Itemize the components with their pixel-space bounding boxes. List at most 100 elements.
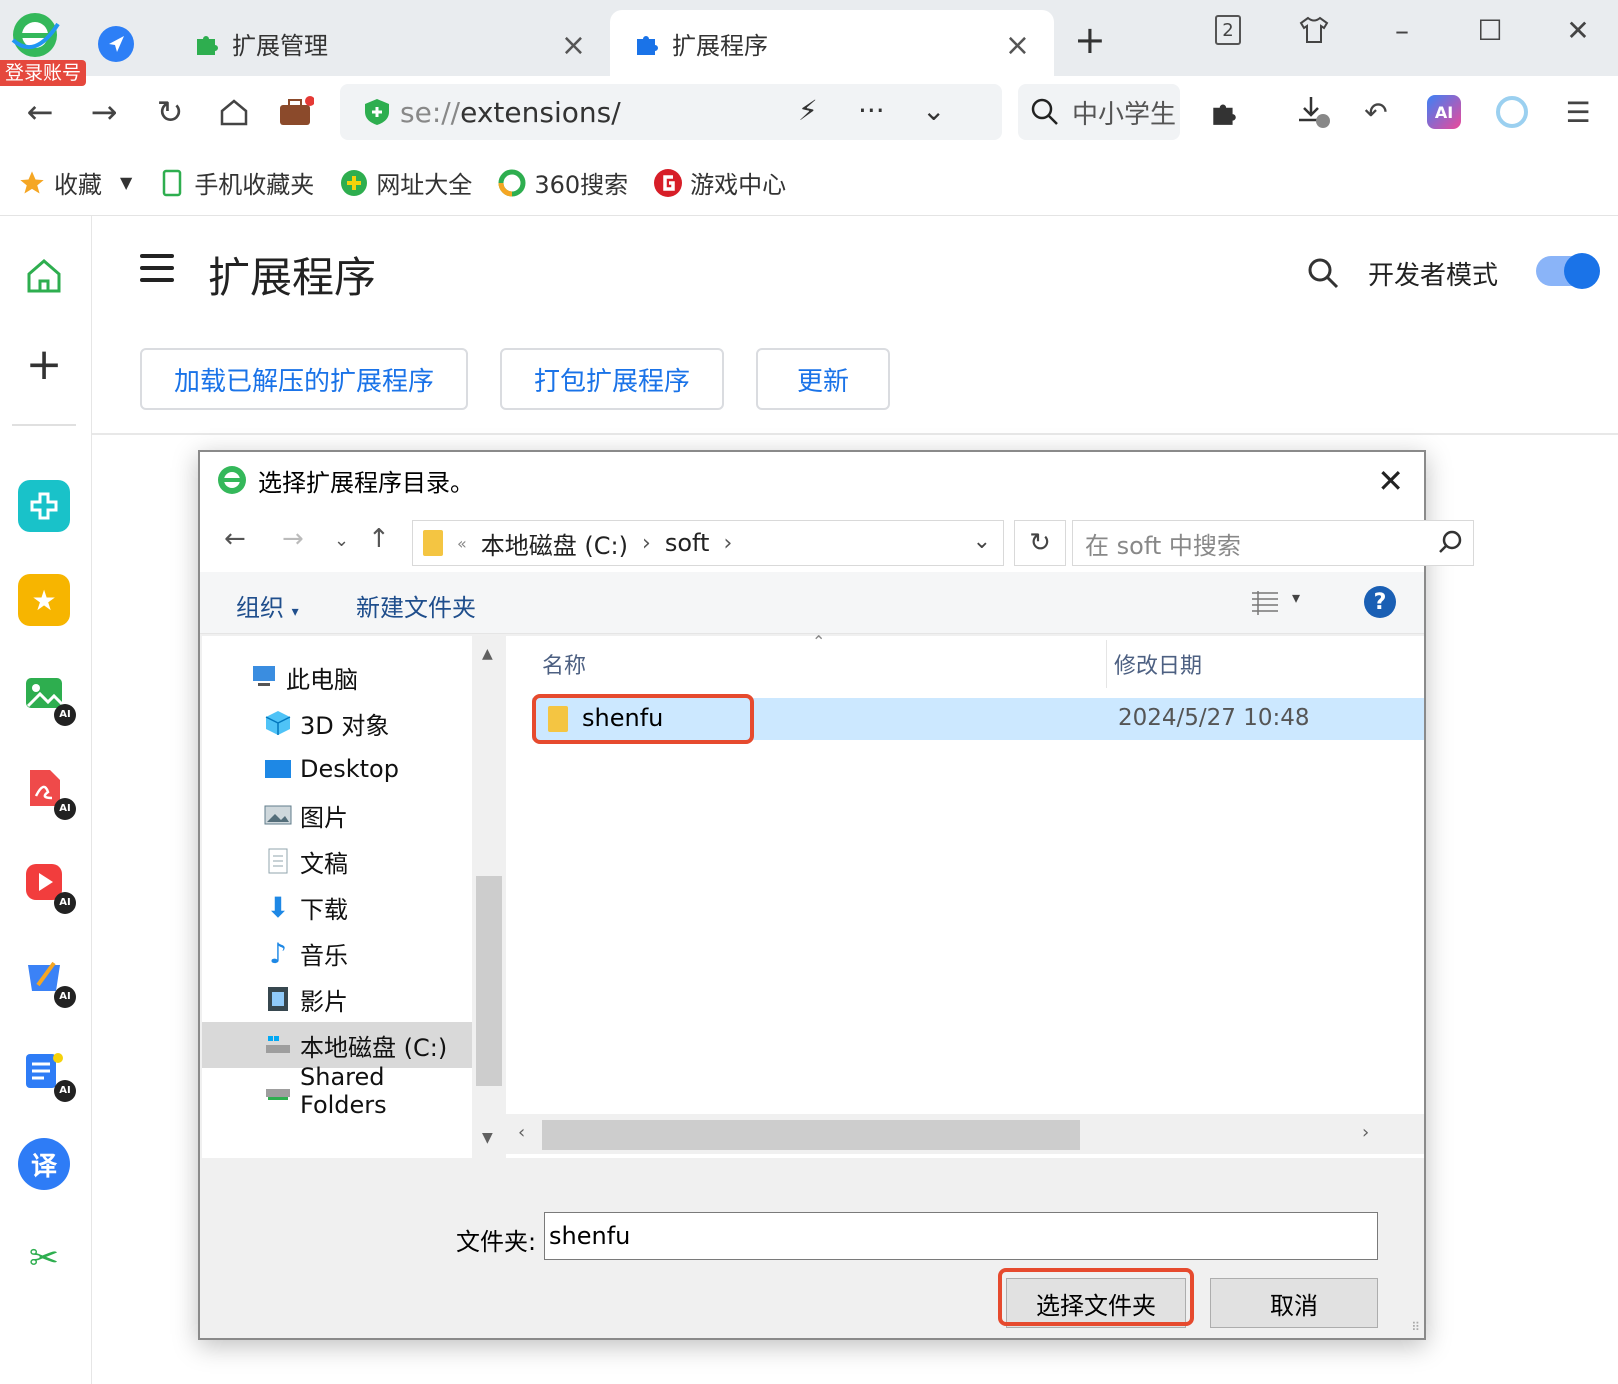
briefcase-icon[interactable] (272, 88, 320, 136)
update-button[interactable]: 更新 (756, 348, 890, 410)
tree-item-this-pc[interactable]: 此电脑 (202, 654, 472, 700)
address-bar[interactable]: se://extensions/ ⚡ ··· ⌄ (340, 84, 1002, 140)
search-icon[interactable] (1306, 256, 1340, 290)
ai-pdf-icon[interactable]: AI (18, 762, 76, 820)
breadcrumb-folder[interactable]: soft (665, 529, 710, 557)
scroll-down-icon[interactable]: ▼ (482, 1130, 493, 1146)
ai-notes-icon[interactable]: AI (18, 1044, 76, 1102)
maximize-icon[interactable]: ☐ (1468, 8, 1512, 52)
sync-icon[interactable] (1488, 88, 1536, 136)
tree-item-music[interactable]: ♪ 音乐 (202, 930, 472, 976)
scrollbar-thumb[interactable] (542, 1120, 1080, 1150)
tree-item-downloads[interactable]: ⬇ 下载 (202, 884, 472, 930)
tree-label: 下载 (300, 895, 348, 924)
breadcrumb-overflow[interactable]: « (457, 534, 467, 553)
extensions-puzzle-icon[interactable] (1200, 88, 1248, 136)
scroll-right-icon[interactable]: › (1362, 1122, 1369, 1143)
select-folder-dialog: 选择扩展程序目录。 ✕ ← → ⌄ ↑ « 本地磁盘 (C:) › soft ›… (198, 450, 1474, 1340)
tab-count-button[interactable]: 2 (1206, 8, 1250, 52)
bookmark-favorites[interactable]: 收藏 ▼ (16, 165, 132, 200)
tree-item-videos[interactable]: 影片 (202, 976, 472, 1022)
breadcrumb-separator-icon[interactable]: › (642, 531, 651, 556)
forward-arrow-icon[interactable]: → (282, 524, 304, 554)
bookmark-game-center[interactable]: 游戏中心 (652, 165, 786, 200)
health-cross-icon[interactable] (18, 480, 70, 532)
column-header-modified[interactable]: 修改日期 (1114, 648, 1202, 680)
recent-locations-chevron-icon[interactable]: ⌄ (334, 530, 349, 551)
bookmark-mobile[interactable]: 手机收藏夹 (156, 165, 314, 200)
back-arrow-icon[interactable]: ← (16, 88, 64, 136)
refresh-icon[interactable]: ↻ (1014, 520, 1066, 566)
developer-mode-toggle[interactable] (1536, 253, 1600, 289)
breadcrumb-drive[interactable]: 本地磁盘 (C:) (481, 526, 628, 561)
load-unpacked-button[interactable]: 加载已解压的扩展程序 (140, 348, 468, 410)
column-header-name[interactable]: 名称 (542, 648, 586, 680)
close-icon[interactable]: ✕ (1377, 462, 1404, 500)
tree-item-desktop[interactable]: Desktop (202, 746, 472, 792)
breadcrumb-bar[interactable]: « 本地磁盘 (C:) › soft › ⌄ (412, 520, 1004, 566)
tree-item-pictures[interactable]: 图片 (202, 792, 472, 838)
chevron-down-icon[interactable]: ⌄ (973, 529, 991, 554)
chevron-down-icon[interactable]: ⌄ (922, 94, 945, 127)
tab-extension-manager[interactable]: 扩展管理 × (170, 10, 610, 76)
home-icon[interactable] (210, 88, 258, 136)
resize-grip-icon[interactable]: ⠿ (1411, 1320, 1420, 1334)
scroll-up-icon[interactable]: ▲ (482, 646, 493, 662)
360-browser-logo-icon[interactable] (10, 10, 60, 60)
login-account-badge[interactable]: 登录账号 (0, 60, 86, 86)
tree-item-local-disk[interactable]: 本地磁盘 (C:) (202, 1022, 472, 1068)
view-details-icon[interactable] (1250, 590, 1280, 616)
scroll-left-icon[interactable]: ‹ (518, 1122, 525, 1143)
screenshot-scissors-icon[interactable]: ✂ (18, 1232, 70, 1284)
new-folder-button[interactable]: 新建文件夹 (356, 588, 476, 623)
lightning-icon[interactable]: ⚡ (798, 94, 818, 127)
close-window-icon[interactable]: ✕ (1556, 8, 1600, 52)
ai-image-icon[interactable]: AI (18, 668, 76, 726)
organize-menu[interactable]: 组织 ▾ (236, 588, 299, 623)
more-dots-icon[interactable]: ··· (858, 94, 885, 127)
tree-scrollbar[interactable]: ▲ ▼ (474, 636, 504, 1158)
pinned-tab-navigation-icon[interactable] (98, 26, 134, 62)
download-icon[interactable] (1290, 88, 1338, 136)
home-icon[interactable] (18, 250, 70, 302)
skin-shirt-icon[interactable] (1292, 8, 1336, 52)
up-arrow-icon[interactable]: ↑ (368, 524, 390, 554)
ai-write-icon[interactable]: AI (18, 950, 76, 1008)
forward-arrow-icon[interactable]: → (80, 88, 128, 136)
tree-item-documents[interactable]: 文稿 (202, 838, 472, 884)
cancel-button[interactable]: 取消 (1210, 1278, 1378, 1328)
reload-icon[interactable]: ↻ (146, 88, 194, 136)
music-icon: ♪ (269, 936, 287, 970)
ai-video-icon[interactable]: AI (18, 856, 76, 914)
minimize-icon[interactable]: – (1380, 8, 1424, 52)
back-arrow-icon[interactable]: ← (224, 524, 246, 554)
folder-name-input[interactable] (544, 1212, 1378, 1260)
tree-item-3d-objects[interactable]: 3D 对象 (202, 700, 472, 746)
tree-item-shared-folders[interactable]: Shared Folders (202, 1063, 472, 1119)
bookmark-label: 手机收藏夹 (194, 171, 315, 199)
search-box[interactable]: 中小学生 (1018, 84, 1180, 140)
ai-assistant-icon[interactable]: AI (1420, 88, 1468, 136)
tab-extensions[interactable]: 扩展程序 × (610, 10, 1054, 76)
pack-extension-button[interactable]: 打包扩展程序 (500, 348, 724, 410)
main-menu-icon[interactable]: ☰ (1554, 88, 1602, 136)
page-menu-icon[interactable] (140, 254, 174, 282)
help-icon[interactable]: ? (1364, 586, 1396, 618)
bookmark-360-search[interactable]: 360搜索 (496, 165, 628, 200)
browser-logo-icon (218, 466, 246, 494)
undo-icon[interactable]: ↶ (1352, 88, 1400, 136)
new-tab-button[interactable]: + (1074, 18, 1106, 62)
folder-search-input[interactable]: 在 soft 中搜索 (1072, 520, 1474, 566)
add-rail-icon[interactable]: + (18, 338, 70, 390)
column-separator[interactable] (1106, 640, 1107, 688)
horizontal-scrollbar[interactable]: ‹ › (506, 1114, 1424, 1154)
scrollbar-thumb[interactable] (476, 876, 502, 1086)
caret-down-icon[interactable]: ▼ (120, 173, 132, 192)
bookmark-url-directory[interactable]: 网址大全 (338, 165, 472, 200)
close-tab-icon[interactable]: × (1005, 28, 1030, 63)
favorites-star-icon[interactable]: ★ (18, 574, 70, 626)
translate-icon[interactable]: 译 (18, 1138, 70, 1190)
view-options-caret-icon[interactable]: ▾ (1292, 588, 1300, 607)
breadcrumb-separator-icon[interactable]: › (723, 531, 732, 556)
close-tab-icon[interactable]: × (561, 28, 586, 63)
